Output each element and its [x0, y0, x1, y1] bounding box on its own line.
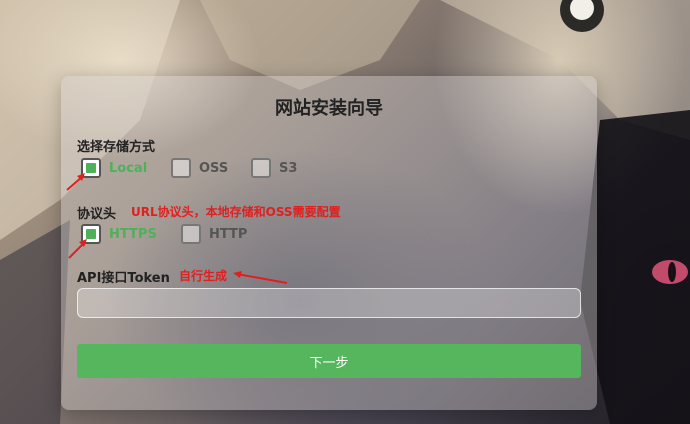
protocol-note: URL协议头，本地存储和OSS需要配置 — [131, 205, 341, 219]
annotation-arrow-icon — [68, 239, 87, 259]
annotation-arrow-icon — [233, 271, 288, 284]
protocol-option-http-label: HTTP — [209, 226, 248, 242]
protocol-option-https[interactable]: HTTPS — [81, 224, 157, 244]
protocol-option-https-label: HTTPS — [109, 226, 157, 242]
token-note: 自行生成 — [179, 269, 228, 283]
page-title: 网站安装向导 — [275, 98, 383, 119]
storage-option-s3-label: S3 — [279, 160, 298, 176]
storage-option-local-label: Local — [109, 160, 148, 176]
storage-option-oss-label: OSS — [199, 160, 229, 176]
checkbox-http[interactable] — [181, 224, 201, 244]
checkbox-s3[interactable] — [251, 158, 271, 178]
storage-label: 选择存储方式 — [77, 140, 156, 155]
protocol-option-http[interactable]: HTTP — [181, 224, 247, 244]
storage-option-local[interactable]: Local — [81, 158, 147, 178]
token-label: API接口Token — [77, 271, 170, 286]
storage-option-s3[interactable]: S3 — [251, 158, 297, 178]
next-step-button[interactable]: 下一步 — [77, 344, 581, 378]
storage-option-oss[interactable]: OSS — [171, 158, 228, 178]
annotation-arrow-icon — [66, 173, 85, 191]
install-wizard-panel: 网站安装向导 选择存储方式 Local OSS S3 协议头 URL协议头，本地… — [61, 76, 597, 410]
token-input[interactable] — [77, 288, 581, 318]
protocol-label: 协议头 — [77, 207, 117, 222]
checkbox-oss[interactable] — [171, 158, 191, 178]
